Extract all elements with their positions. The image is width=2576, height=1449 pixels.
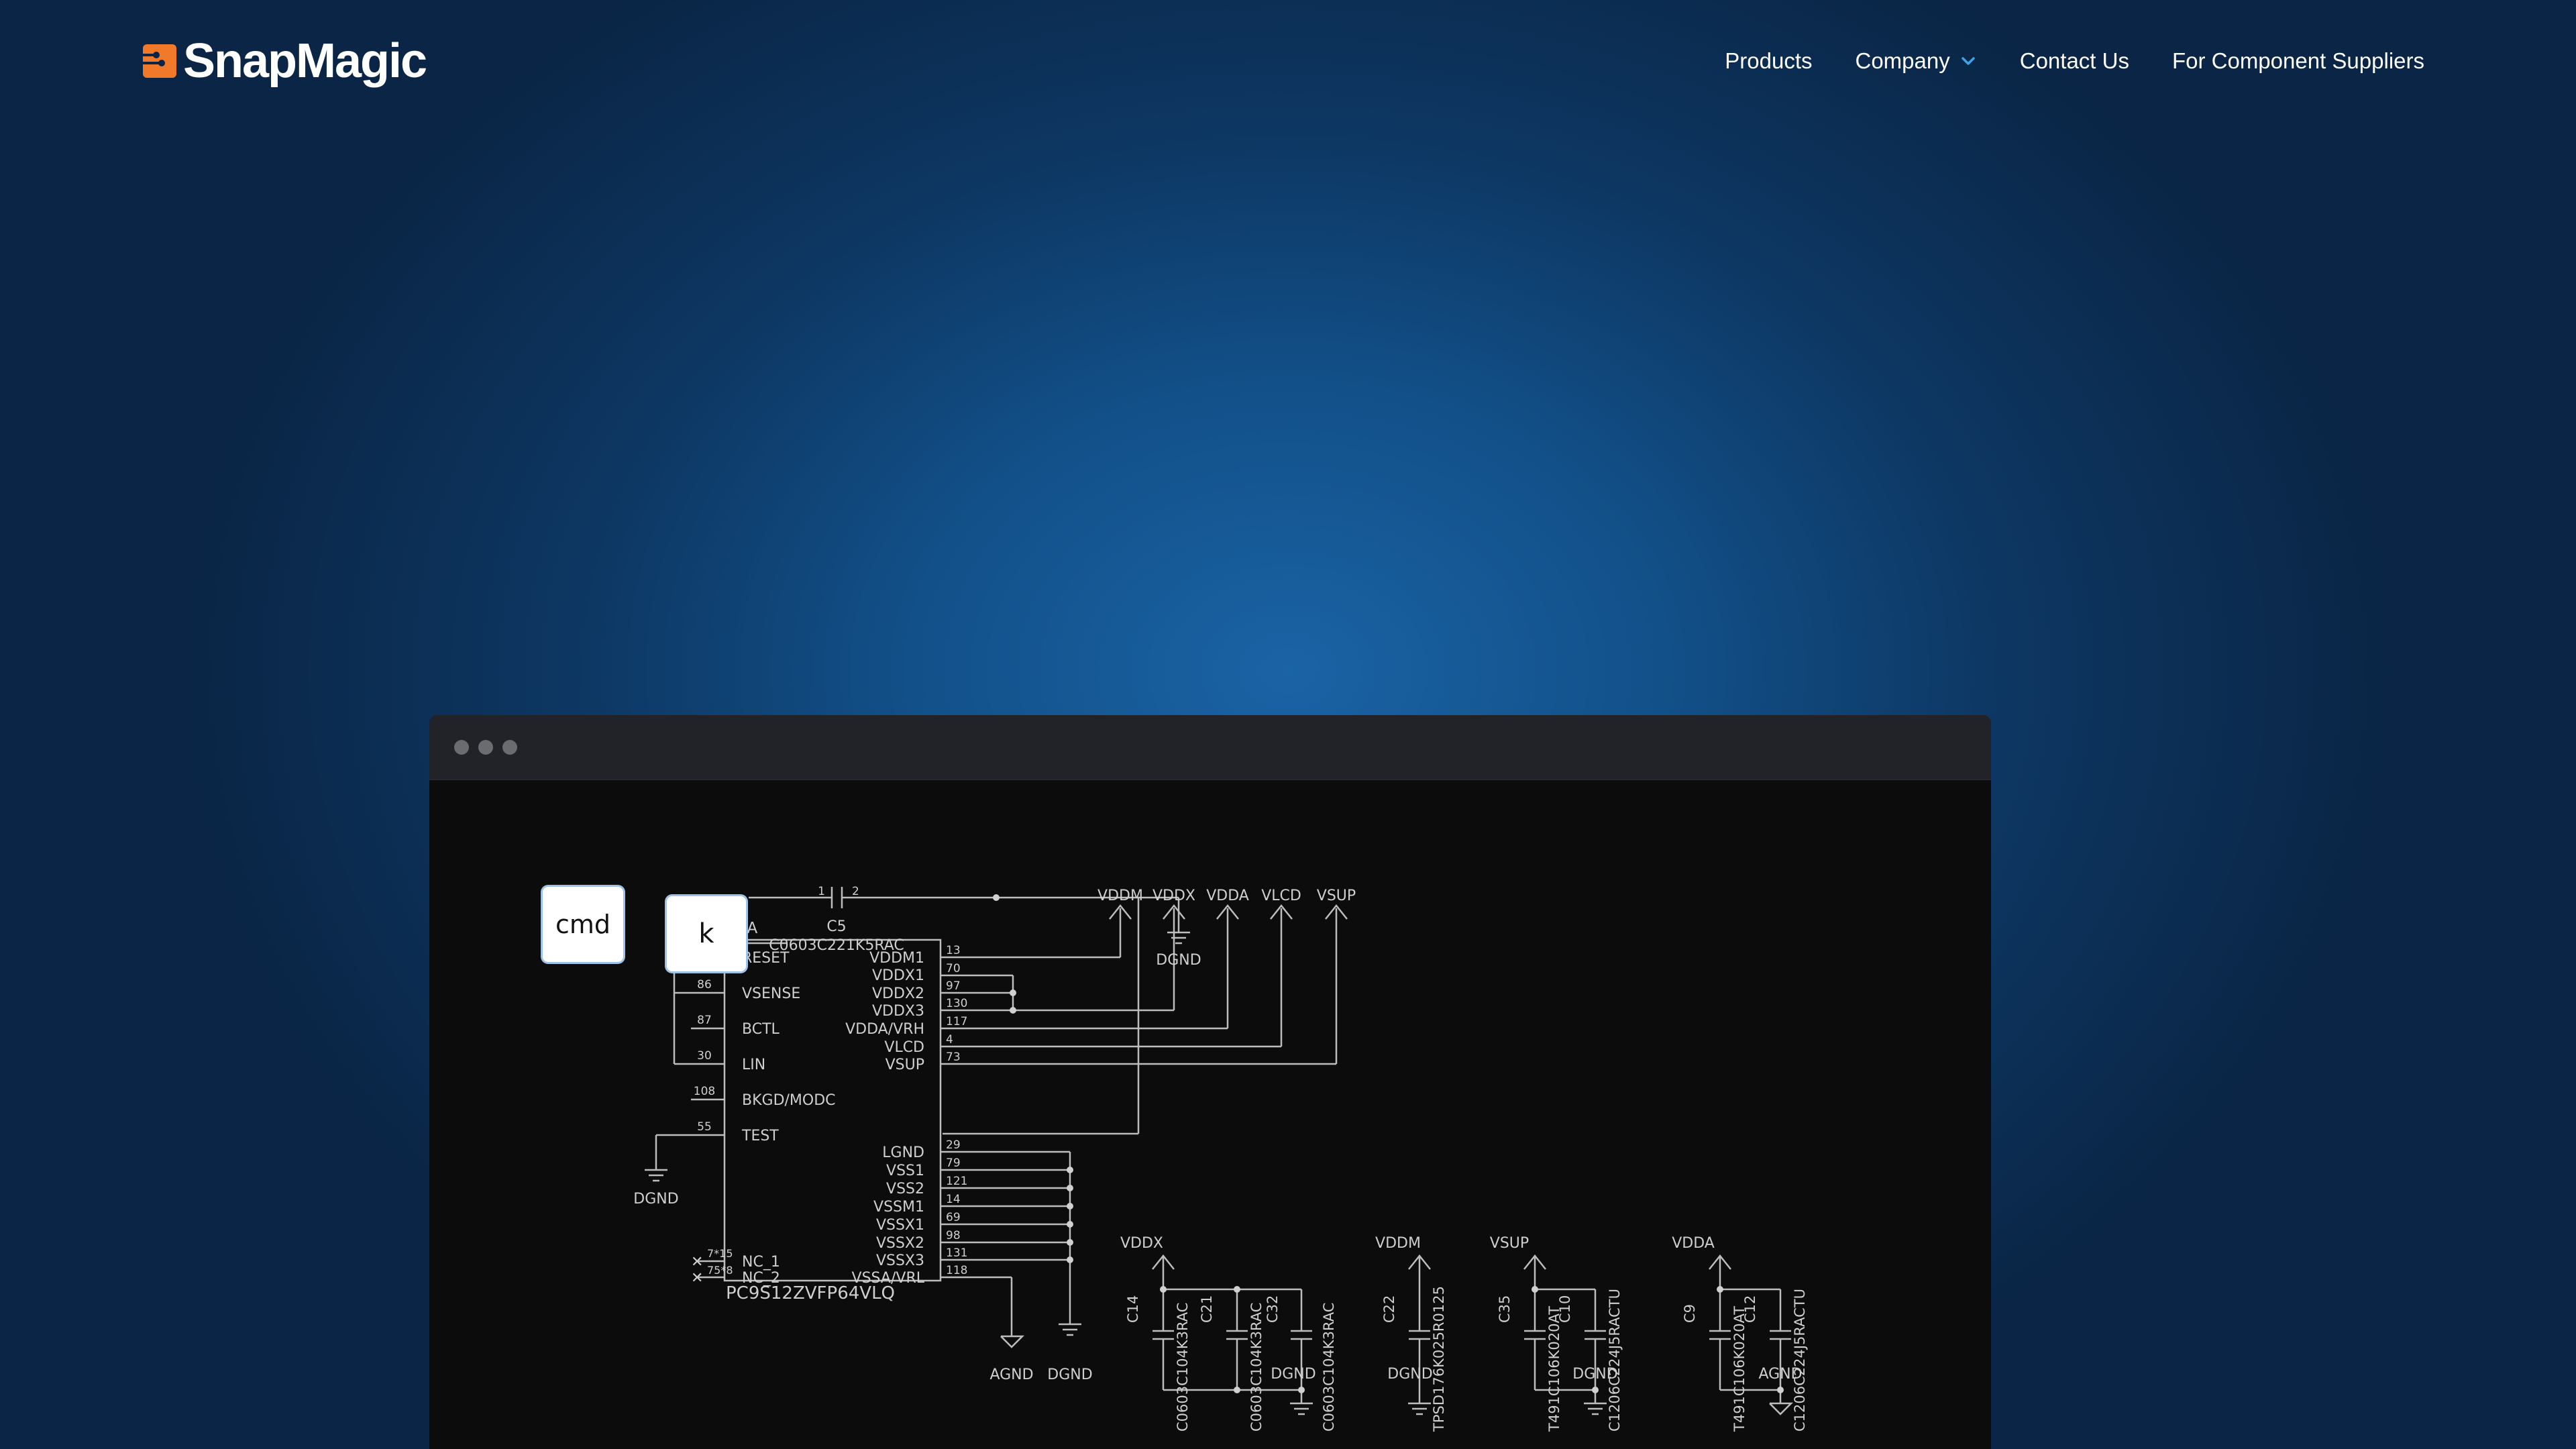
chip-logo-icon <box>129 44 176 78</box>
power-label-vsup: VSUP <box>1317 888 1356 904</box>
pin-name: NC_1 <box>742 1254 780 1271</box>
pin-name: VDDX2 <box>872 985 924 1002</box>
cap-value: C0603C104K3RAC <box>1321 1303 1337 1432</box>
power-label-vddm: VDDM <box>1097 888 1143 904</box>
c5-gnd-label: DGND <box>1156 952 1201 969</box>
window-dot-icon <box>478 740 493 755</box>
pin-name: BCTL <box>742 1021 780 1038</box>
pin-name: VDDX1 <box>872 967 924 984</box>
cap-value: T491C106K020AT <box>1731 1306 1748 1432</box>
pin-num: 73 <box>946 1051 961 1064</box>
app-window: 1 2 C5 C0603C221K5RAC DGND VDDM VDDX VDD… <box>429 715 1991 1449</box>
pin-num: 118 <box>946 1264 967 1277</box>
pin-num: 14 <box>946 1193 961 1206</box>
nav-company-label: Company <box>1855 48 1950 73</box>
pin-name: VSSX1 <box>876 1217 924 1234</box>
power-label: VSUP <box>1490 1235 1529 1252</box>
nav-contact-link[interactable]: Contact Us <box>2020 48 2129 74</box>
pin-num: 86 <box>697 978 712 991</box>
power-label-vlcd: VLCD <box>1261 888 1301 904</box>
nav-company-dropdown[interactable]: Company <box>1856 48 1977 74</box>
c5-ref: C5 <box>826 918 846 935</box>
cap-value: C1206C224J5RACTU <box>1792 1289 1808 1432</box>
window-titlebar <box>429 715 1991 780</box>
cap-ref: C35 <box>1497 1295 1513 1323</box>
pin-num: 98 <box>946 1229 961 1242</box>
c5-pin2-label: 2 <box>852 885 859 898</box>
pin-num: 4 <box>946 1033 953 1046</box>
power-label: VDDA <box>1672 1235 1715 1252</box>
nav-suppliers-link[interactable]: For Component Suppliers <box>2172 48 2424 74</box>
power-label: VDDX <box>1120 1235 1163 1252</box>
pin-num: 69 <box>946 1211 961 1224</box>
pin-name: LGND <box>882 1144 924 1161</box>
pin-num: 97 <box>946 979 961 993</box>
cmd-key: cmd <box>543 887 623 962</box>
pin-name: RESET <box>742 950 790 967</box>
pin-num: 30 <box>697 1049 712 1063</box>
chevron-down-icon <box>1961 57 1975 65</box>
cap-ref: C22 <box>1381 1295 1397 1323</box>
pin-name: VSSM1 <box>873 1199 924 1216</box>
pin-num: 13 <box>946 944 961 957</box>
pin-num: 121 <box>946 1175 967 1188</box>
cap-ref: C9 <box>1682 1304 1698 1323</box>
pin-num: 75*8 <box>707 1264 733 1277</box>
nc-x-marker: ✕ <box>691 1270 703 1287</box>
gnd-label: DGND <box>1271 1366 1316 1383</box>
cap-ref: C14 <box>1125 1295 1141 1323</box>
gnd-label: AGND <box>989 1366 1033 1383</box>
pin-num: 87 <box>697 1014 712 1027</box>
pin-name: LIN <box>742 1057 765 1073</box>
brand-logo[interactable]: SnapMagic <box>129 34 427 89</box>
c5-pin1-label: 1 <box>818 885 825 898</box>
pin-name: VDDM1 <box>869 950 924 967</box>
power-label: VDDM <box>1375 1235 1421 1252</box>
cap-value: TPSD176K025R0125 <box>1431 1286 1447 1432</box>
pin-name: VDDA/VRH <box>845 1021 924 1038</box>
gnd-label: DGND <box>633 1191 678 1208</box>
schematic-drawing: 1 2 C5 C0603C221K5RAC DGND VDDM VDDX VDD… <box>633 885 1808 1432</box>
main-menu: Products Company Contact Us For Componen… <box>1682 48 2424 74</box>
power-label-vddx: VDDX <box>1152 888 1195 904</box>
pin-name: VSENSE <box>742 985 800 1002</box>
window-dot-icon <box>502 740 517 755</box>
pin-num: 29 <box>946 1138 961 1152</box>
pin-num: 79 <box>946 1157 961 1170</box>
cap-value: C0603C104K3RAC <box>1175 1303 1191 1432</box>
top-nav: SnapMagic Products Company Contact Us Fo… <box>0 0 2576 127</box>
pin-num: 7*15 <box>707 1247 733 1260</box>
pin-name: VDDX3 <box>872 1003 924 1020</box>
pin-num: 117 <box>946 1015 967 1028</box>
cap-ref: C21 <box>1199 1295 1215 1323</box>
cap-ref: C32 <box>1265 1295 1281 1323</box>
k-key: k <box>667 896 746 971</box>
power-label-vdda: VDDA <box>1206 888 1249 904</box>
nav-products-link[interactable]: Products <box>1725 48 1812 74</box>
pin-name: BKGD/MODC <box>742 1092 836 1109</box>
pin-num: 130 <box>946 997 967 1010</box>
pin-name: VSS1 <box>886 1163 924 1179</box>
nc-x-marker: ✕ <box>691 1254 703 1271</box>
pin-num: 108 <box>694 1085 715 1098</box>
pin-num: 70 <box>946 962 961 975</box>
pin-name: VLCD <box>884 1039 924 1056</box>
pin-num: 55 <box>697 1120 712 1134</box>
pin-name: VSSX2 <box>876 1235 924 1252</box>
pin-name: VSSX3 <box>876 1252 924 1269</box>
brand-name: SnapMagic <box>183 34 427 88</box>
pin-name: NC_2 <box>742 1270 780 1287</box>
pin-num: 131 <box>946 1246 967 1260</box>
cap-value: C0603C104K3RAC <box>1248 1303 1265 1432</box>
pin-name: TEST <box>741 1128 779 1144</box>
gnd-label: DGND <box>1387 1366 1432 1383</box>
gnd-label: DGND <box>1047 1366 1092 1383</box>
pin-name: VSSA/VRL <box>852 1270 925 1287</box>
window-dot-icon <box>454 740 469 755</box>
schematic-canvas[interactable]: 1 2 C5 C0603C221K5RAC DGND VDDM VDDX VDD… <box>429 780 1991 1449</box>
cap-value: C1206C224J5RACTU <box>1607 1289 1623 1432</box>
cap-value: T491C106K020AT <box>1546 1306 1562 1432</box>
pin-name: VSUP <box>885 1057 924 1073</box>
pin-name: VSS2 <box>886 1181 924 1197</box>
